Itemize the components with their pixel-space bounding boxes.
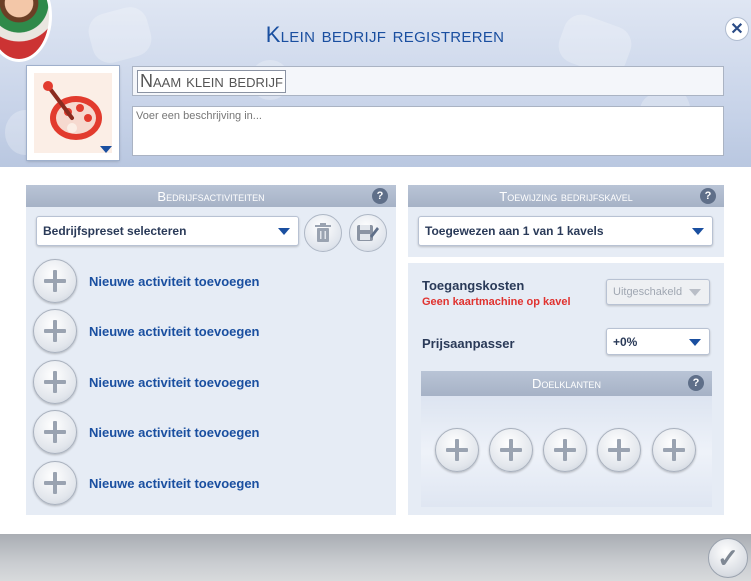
- plus-icon: [500, 439, 522, 461]
- business-name-value: Naam klein bedrijf: [137, 70, 286, 93]
- lot-panel-title: Toewijzing bedrijfskavel: [499, 188, 633, 204]
- plus-icon: [44, 320, 66, 342]
- price-modifier-label: Prijsaanpasser: [422, 336, 515, 351]
- plus-icon: [44, 421, 66, 443]
- add-activity-label[interactable]: Nieuwe activiteit toevoegen: [89, 425, 260, 440]
- plus-icon: [554, 439, 576, 461]
- plus-icon: [608, 439, 630, 461]
- close-button[interactable]: ✕: [725, 17, 749, 41]
- add-activity-button[interactable]: [33, 360, 77, 404]
- plus-icon: [44, 270, 66, 292]
- entrance-fee-value: Uitgeschakeld: [613, 286, 683, 298]
- chevron-down-icon: [692, 228, 704, 235]
- add-customer-button[interactable]: [652, 428, 696, 472]
- activities-panel-header: Bedrijfsactiviteiten ?: [26, 185, 396, 207]
- help-icon[interactable]: ?: [700, 188, 716, 204]
- footer-bar: [0, 534, 751, 581]
- chevron-down-icon: [278, 228, 290, 235]
- business-preset-dropdown[interactable]: Bedrijfspreset selecteren: [36, 216, 299, 246]
- trash-icon: [315, 223, 331, 242]
- palette-icon: [34, 73, 112, 153]
- save-edit-icon: [357, 225, 379, 241]
- add-activity-label[interactable]: Nieuwe activiteit toevoegen: [89, 375, 260, 390]
- add-activity-button[interactable]: [33, 259, 77, 303]
- close-icon: ✕: [730, 21, 744, 38]
- check-icon: ✓: [717, 542, 739, 573]
- lot-panel-header: Toewijzing bedrijfskavel ?: [408, 185, 724, 207]
- no-ticket-machine-warning: Geen kaartmachine op kavel: [422, 296, 571, 308]
- entrance-fee-label: Toegangskosten: [422, 278, 525, 293]
- add-customer-button[interactable]: [597, 428, 641, 472]
- add-activity-label[interactable]: Nieuwe activiteit toevoegen: [89, 274, 260, 289]
- plus-icon: [663, 439, 685, 461]
- add-activity-button[interactable]: [33, 309, 77, 353]
- add-customer-button[interactable]: [435, 428, 479, 472]
- chevron-down-icon: [689, 339, 701, 346]
- target-customers-header: Doelklanten ?: [421, 371, 712, 396]
- activities-panel-title: Bedrijfsactiviteiten: [157, 188, 265, 204]
- lot-assignment-dropdown[interactable]: Toegewezen aan 1 van 1 kavels: [418, 216, 713, 246]
- add-activity-button[interactable]: [33, 410, 77, 454]
- chevron-down-icon: [100, 146, 112, 153]
- price-modifier-dropdown[interactable]: +0%: [606, 328, 710, 355]
- add-customer-button[interactable]: [543, 428, 587, 472]
- plus-icon: [44, 371, 66, 393]
- business-preset-label: Bedrijfspreset selecteren: [43, 224, 187, 238]
- dialog-title: Klein bedrijf registreren: [265, 22, 505, 47]
- plus-icon: [44, 472, 66, 494]
- lot-assignment-label: Toegewezen aan 1 van 1 kavels: [425, 224, 604, 238]
- chevron-down-icon: [689, 289, 701, 296]
- entrance-fee-dropdown: Uitgeschakeld: [606, 279, 710, 305]
- business-name-field[interactable]: Naam klein bedrijf: [132, 66, 724, 96]
- delete-preset-button[interactable]: [304, 214, 342, 252]
- price-modifier-value: +0%: [613, 334, 638, 349]
- save-preset-button[interactable]: [349, 214, 387, 252]
- plus-icon: [446, 439, 468, 461]
- target-customers-title: Doelklanten: [532, 376, 601, 391]
- help-icon[interactable]: ?: [372, 188, 388, 204]
- add-activity-button[interactable]: [33, 461, 77, 505]
- add-customer-button[interactable]: [489, 428, 533, 472]
- business-icon-picker[interactable]: [26, 65, 120, 161]
- add-activity-label[interactable]: Nieuwe activiteit toevoegen: [89, 476, 260, 491]
- confirm-button[interactable]: ✓: [708, 538, 748, 578]
- help-icon[interactable]: ?: [688, 375, 704, 391]
- add-activity-label[interactable]: Nieuwe activiteit toevoegen: [89, 324, 260, 339]
- description-field[interactable]: Voer een beschrijving in...: [132, 106, 724, 156]
